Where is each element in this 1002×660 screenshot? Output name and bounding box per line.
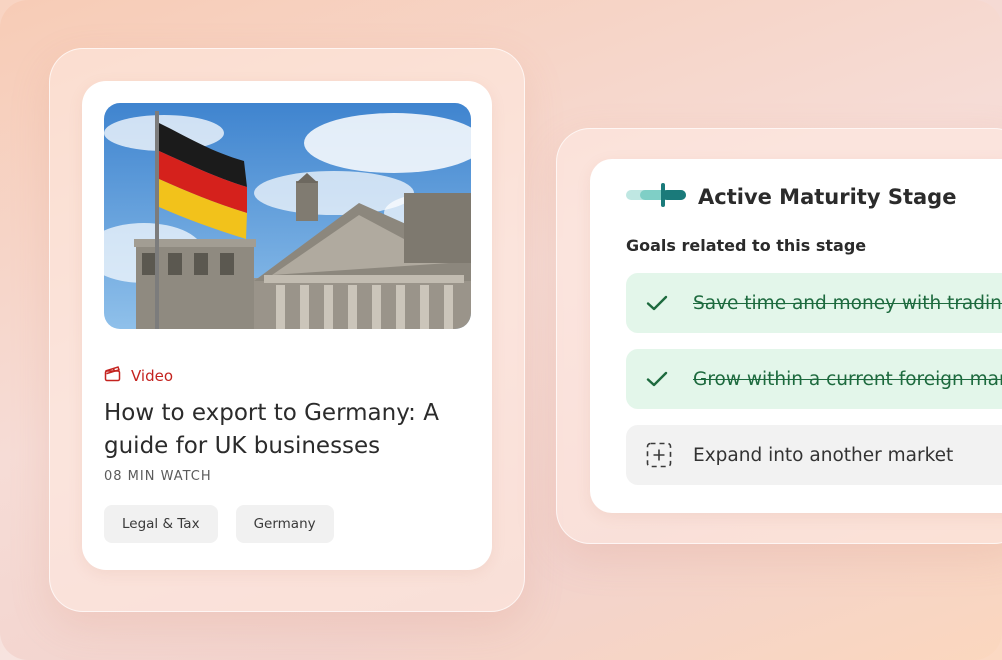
content-type-label: Video — [131, 366, 174, 385]
goal-item-completed[interactable]: Save time and money with trading a — [626, 273, 1002, 333]
add-dashed-icon — [646, 442, 676, 468]
goal-item-pending[interactable]: Expand into another market — [626, 425, 1002, 485]
content-title[interactable]: How to export to Germany: A guide for UK… — [104, 397, 484, 463]
stage-progress-icon — [626, 183, 686, 211]
reichstag-photo — [104, 103, 471, 329]
goal-item-completed[interactable]: Grow within a current foreign mark — [626, 349, 1002, 409]
maturity-card: Active Maturity Stage Goals related to t… — [590, 159, 1002, 513]
stage-title: Active Maturity Stage — [698, 185, 957, 209]
content-duration: 08 MIN WATCH — [104, 469, 212, 484]
goal-text: Save time and money with trading a — [693, 292, 1002, 314]
clapperboard-icon — [104, 365, 121, 386]
goals-label: Goals related to this stage — [626, 236, 867, 255]
check-icon — [646, 294, 676, 312]
tag-germany[interactable]: Germany — [235, 505, 334, 543]
check-icon — [646, 370, 676, 388]
stage-header: Active Maturity Stage — [626, 183, 956, 211]
content-card[interactable]: Video How to export to Germany: A guide … — [82, 81, 492, 570]
content-type: Video — [104, 365, 173, 386]
tag-list: Legal & Tax Germany — [104, 505, 334, 543]
goal-text: Expand into another market — [693, 444, 954, 466]
tag-legal-tax[interactable]: Legal & Tax — [104, 505, 218, 543]
goal-text: Grow within a current foreign mark — [693, 368, 1002, 390]
